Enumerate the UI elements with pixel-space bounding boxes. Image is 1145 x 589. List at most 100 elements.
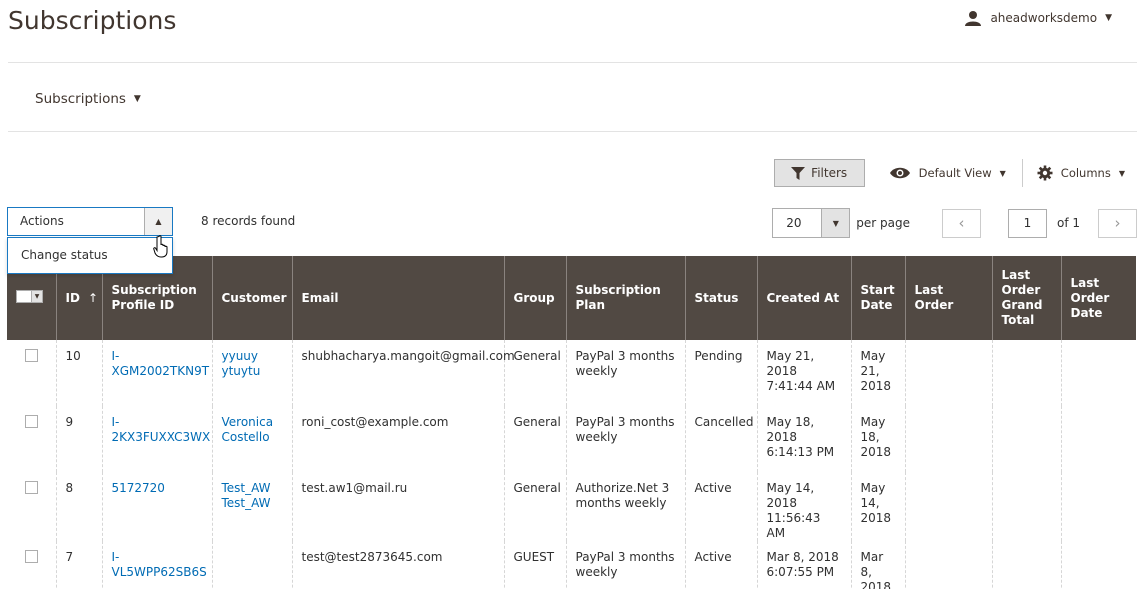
- profile-id-link[interactable]: I-VL5WPP62SB6S: [112, 550, 207, 579]
- cell-last-order-date: [1060, 541, 1136, 589]
- row-checkbox[interactable]: [25, 349, 38, 362]
- per-page-input[interactable]: 20: [772, 208, 823, 238]
- cell-grand-total: [991, 340, 1061, 406]
- cell-created-at: May 14, 2018 11:56:43 AM: [756, 472, 851, 541]
- cell-group: General: [503, 472, 566, 541]
- row-checkbox[interactable]: [25, 550, 38, 563]
- chevron-left-icon: ‹: [958, 214, 965, 232]
- per-page-toggle[interactable]: ▼: [822, 208, 851, 238]
- column-header-email[interactable]: Email: [291, 256, 504, 340]
- cell-group: General: [503, 340, 566, 406]
- table-row[interactable]: 10 I-XGM2002TKN9T yyuuy ytuytu shubhacha…: [7, 340, 1136, 406]
- page-title: Subscriptions: [8, 6, 177, 35]
- view-label: Default View: [918, 166, 992, 180]
- cell-last-order: [904, 406, 992, 472]
- cell-plan: PayPal 3 months weekly: [565, 406, 685, 472]
- pager: 20 ▼ per page ‹ 1 of 1 ›: [772, 208, 1137, 238]
- cell-last-order-date: [1060, 406, 1136, 472]
- chevron-right-icon: ›: [1114, 214, 1121, 232]
- cell-grand-total: [991, 541, 1061, 589]
- cell-last-order-date: [1060, 472, 1136, 541]
- column-header-last-order-date[interactable]: Last Order Date: [1060, 256, 1136, 340]
- user-icon: [965, 11, 982, 26]
- eye-icon: [889, 167, 910, 179]
- cell-email: shubhacharya.mangoit@gmail.com: [291, 340, 515, 406]
- chevron-down-icon: ▼: [133, 94, 141, 104]
- funnel-icon: [791, 166, 806, 180]
- table-row[interactable]: 8 5172720 Test_AW Test_AW test.aw1@mail.…: [7, 472, 1136, 541]
- view-selector[interactable]: Default View ▼: [889, 159, 1023, 187]
- cell-email: test.aw1@mail.ru: [291, 472, 504, 541]
- column-header-group[interactable]: Group: [503, 256, 566, 340]
- sort-arrow-icon: ↑: [87, 290, 98, 305]
- cell-last-order-date: [1060, 340, 1136, 406]
- filters-label: Filters: [811, 166, 848, 180]
- actions-menu-item-change-status[interactable]: Change status: [7, 237, 173, 274]
- chevron-down-icon: ▼: [832, 218, 839, 228]
- next-page-button[interactable]: ›: [1098, 208, 1137, 238]
- page-number-input[interactable]: 1: [1007, 208, 1047, 238]
- cell-id: 10: [55, 340, 102, 406]
- switcher-label: Subscriptions: [35, 91, 126, 107]
- cell-status: Pending: [684, 340, 757, 406]
- user-menu[interactable]: aheadworksdemo ▼: [964, 10, 1112, 26]
- filters-button[interactable]: Filters: [773, 159, 865, 187]
- subscriptions-switcher[interactable]: Subscriptions ▼: [35, 91, 141, 107]
- actions-label: Actions: [20, 214, 64, 228]
- chevron-down-icon: ▼: [999, 168, 1006, 178]
- page-total: of 1: [1056, 216, 1080, 230]
- customer-link[interactable]: Test_AW Test_AW: [222, 481, 271, 510]
- customer-link[interactable]: Veronica Costello: [222, 415, 274, 444]
- cell-status: Active: [684, 472, 757, 541]
- cell-start-date: May 14, 2018: [850, 472, 905, 541]
- column-header-customer[interactable]: Customer: [211, 256, 292, 340]
- profile-id-link[interactable]: I-2KX3FUXXC3WX: [112, 415, 211, 444]
- columns-label: Columns: [1060, 166, 1111, 180]
- cell-last-order: [904, 472, 992, 541]
- table-row[interactable]: 7 I-VL5WPP62SB6S test@test2873645.com GU…: [7, 541, 1136, 589]
- gear-icon: [1037, 165, 1053, 181]
- cell-id: 8: [55, 472, 102, 541]
- cell-plan: PayPal 3 months weekly: [565, 340, 685, 406]
- divider: [8, 131, 1137, 132]
- row-checkbox[interactable]: [25, 481, 38, 494]
- cell-plan: PayPal 3 months weekly: [565, 541, 685, 589]
- columns-selector[interactable]: Columns ▼: [1023, 159, 1125, 187]
- table-header-row: ▼ ID ↑ Subscription Profile ID Customer E…: [7, 256, 1136, 340]
- prev-page-button[interactable]: ‹: [941, 208, 981, 238]
- column-header-plan[interactable]: Subscription Plan: [565, 256, 685, 340]
- user-name: aheadworksdemo: [990, 11, 1098, 25]
- records-count: 8 records found: [201, 214, 296, 228]
- cell-start-date: May 21, 2018: [850, 340, 905, 406]
- actions-dropdown[interactable]: Actions ▲: [7, 207, 173, 236]
- customer-link[interactable]: yyuuy ytuytu: [222, 349, 261, 378]
- grid-toolbar: Filters Default View ▼ Columns ▼: [773, 159, 1125, 187]
- cell-status: Active: [684, 541, 757, 589]
- cell-start-date: May 18, 2018: [850, 406, 905, 472]
- table-row[interactable]: 9 I-2KX3FUXXC3WX Veronica Costello roni_…: [7, 406, 1136, 472]
- cell-plan: Authorize.Net 3 months weekly: [565, 472, 685, 541]
- cell-grand-total: [991, 406, 1061, 472]
- cell-created-at: Mar 8, 2018 6:07:55 PM: [756, 541, 851, 589]
- column-header-created-at[interactable]: Created At: [756, 256, 851, 340]
- cell-grand-total: [991, 472, 1061, 541]
- cell-group: General: [503, 406, 566, 472]
- cell-start-date: Mar 8, 2018: [850, 541, 905, 589]
- column-header-start-date[interactable]: Start Date: [850, 256, 905, 340]
- cell-email: roni_cost@example.com: [291, 406, 504, 472]
- subscriptions-table: ▼ ID ↑ Subscription Profile ID Customer E…: [7, 256, 1136, 589]
- cell-id: 9: [55, 406, 102, 472]
- column-header-status[interactable]: Status: [684, 256, 757, 340]
- mass-select-checkbox[interactable]: ▼: [16, 290, 43, 303]
- column-header-last-order[interactable]: Last Order: [904, 256, 992, 340]
- chevron-down-icon: ▼: [31, 291, 42, 302]
- row-checkbox[interactable]: [25, 415, 38, 428]
- profile-id-link[interactable]: 5172720: [112, 481, 165, 495]
- column-header-last-order-grand-total[interactable]: Last Order Grand Total: [991, 256, 1061, 340]
- cell-email: test@test2873645.com: [291, 541, 504, 589]
- chevron-up-icon[interactable]: ▲: [144, 208, 172, 235]
- cell-created-at: May 21, 2018 7:41:44 AM: [756, 340, 851, 406]
- cell-last-order: [904, 340, 992, 406]
- profile-id-link[interactable]: I-XGM2002TKN9T: [112, 349, 210, 378]
- chevron-down-icon: ▼: [1118, 168, 1125, 178]
